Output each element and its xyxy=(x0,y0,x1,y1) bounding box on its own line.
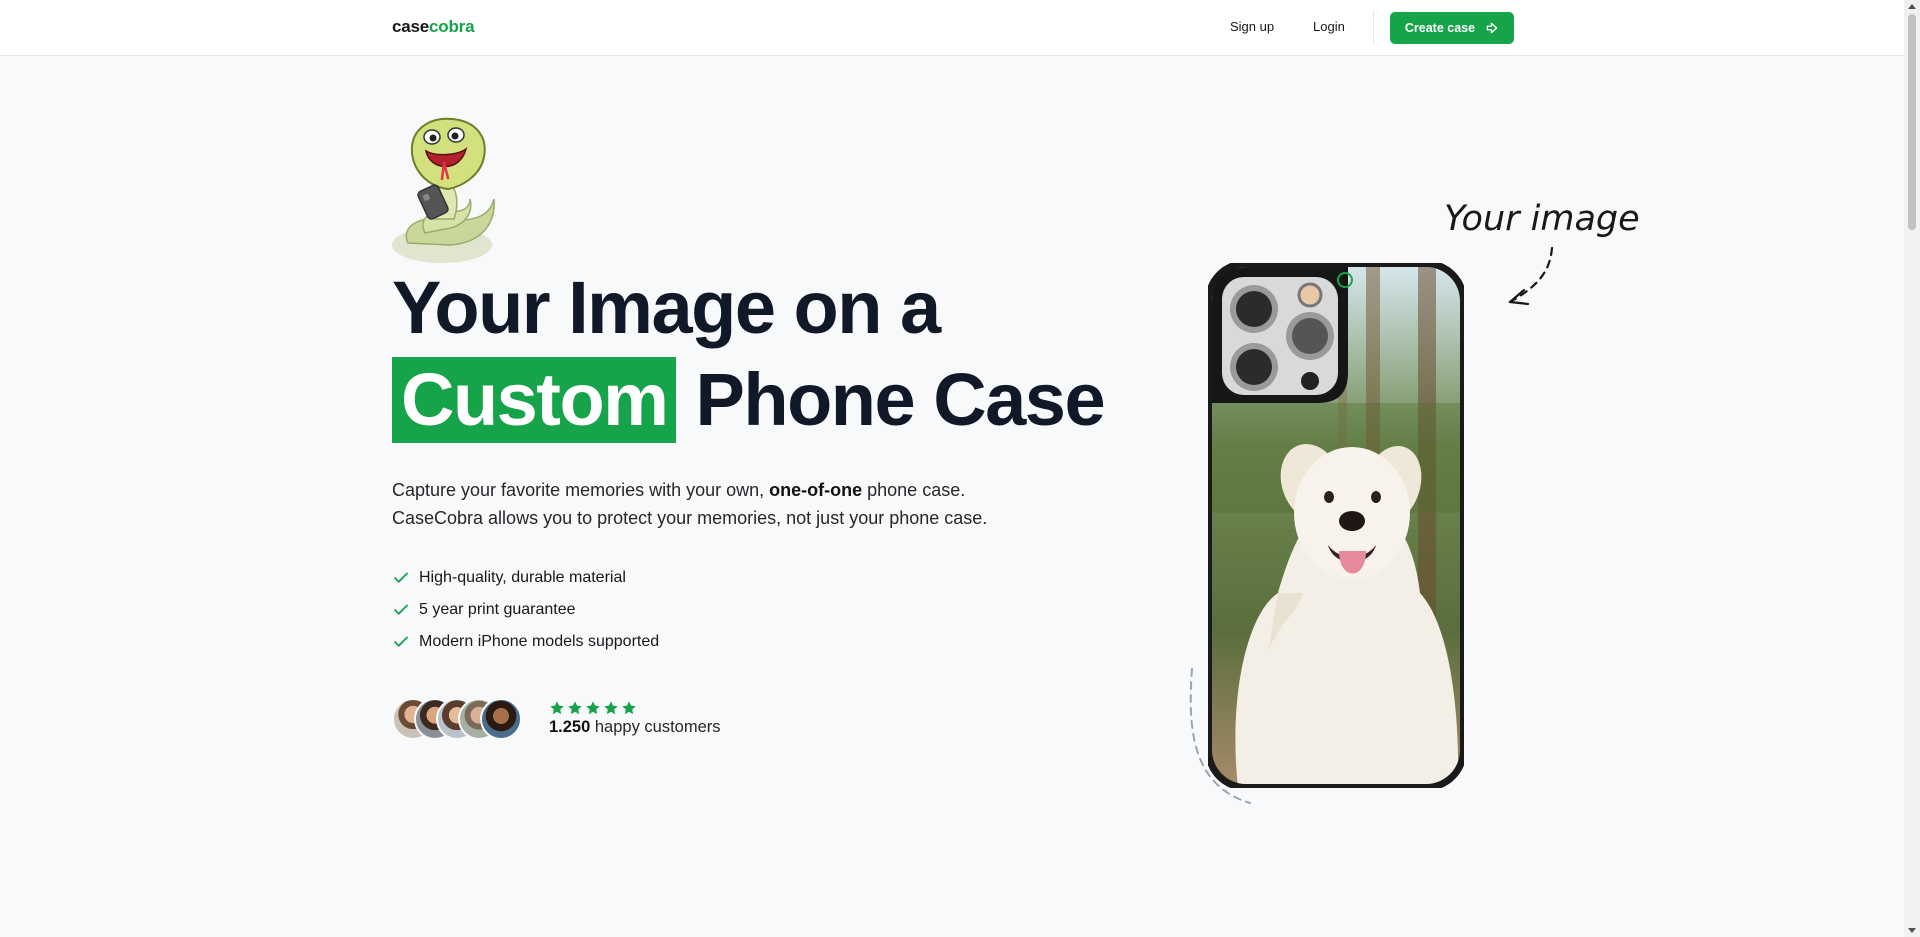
star-icon xyxy=(604,701,618,715)
star-icon xyxy=(550,701,564,715)
snake-mascot-icon xyxy=(392,117,495,263)
create-case-button[interactable]: Create case xyxy=(1390,12,1514,44)
hero-headline: Your Image on a Custom Phone Case xyxy=(392,262,1106,446)
scroll-up-icon[interactable] xyxy=(1908,4,1916,9)
desc-part1: Capture your favorite memories with your… xyxy=(392,480,770,500)
your-image-annotation: Your image xyxy=(1444,199,1640,306)
signup-link[interactable]: Sign up xyxy=(1230,19,1274,34)
star-icon xyxy=(622,701,636,715)
scroll-down-icon[interactable] xyxy=(1908,928,1916,933)
feature-list: High-quality, durable material 5 year pr… xyxy=(392,562,659,658)
feature-item: 5 year print guarantee xyxy=(392,594,659,626)
feature-item: High-quality, durable material xyxy=(392,562,659,594)
customers-label: happy customers xyxy=(590,718,721,736)
logo-main: case xyxy=(392,17,430,36)
desc-bold: one-of-one xyxy=(769,480,863,500)
annotation-text: Your image xyxy=(1444,199,1640,239)
check-icon xyxy=(394,572,408,583)
desc-part2: phone case. xyxy=(862,480,966,500)
customer-count: 1.250 happy customers xyxy=(549,718,721,737)
navbar: casecobra Sign up Login Create case xyxy=(0,0,1904,56)
create-case-label: Create case xyxy=(1404,21,1476,35)
headline-line1: Your Image on a xyxy=(392,266,941,349)
headline-highlight: Custom xyxy=(392,357,677,443)
headline-line2: Phone Case xyxy=(676,358,1106,441)
logo[interactable]: casecobra xyxy=(392,17,475,37)
desc-line2: CaseCobra allows you to protect your mem… xyxy=(392,508,988,528)
customer-avatars xyxy=(392,698,532,740)
phone-case-preview xyxy=(1208,263,1464,788)
scrollbar-thumb[interactable] xyxy=(1908,14,1916,230)
arrow-right-icon xyxy=(1486,22,1498,34)
feature-label: Modern iPhone models supported xyxy=(419,633,660,650)
star-icon xyxy=(568,701,582,715)
check-icon xyxy=(394,604,408,615)
customers-number: 1.250 xyxy=(549,718,591,736)
nav-divider xyxy=(1373,10,1374,44)
check-icon xyxy=(394,636,408,647)
rating-stars xyxy=(549,700,637,716)
feature-item: Modern iPhone models supported xyxy=(392,626,659,658)
feature-label: High-quality, durable material xyxy=(419,569,626,586)
hero-description: Capture your favorite memories with your… xyxy=(392,476,1072,532)
logo-accent: cobra xyxy=(429,17,475,36)
avatar xyxy=(480,698,522,740)
star-icon xyxy=(586,701,600,715)
feature-label: 5 year print guarantee xyxy=(419,601,576,618)
page-scrollbar[interactable] xyxy=(1904,0,1920,937)
login-link[interactable]: Login xyxy=(1313,19,1345,34)
